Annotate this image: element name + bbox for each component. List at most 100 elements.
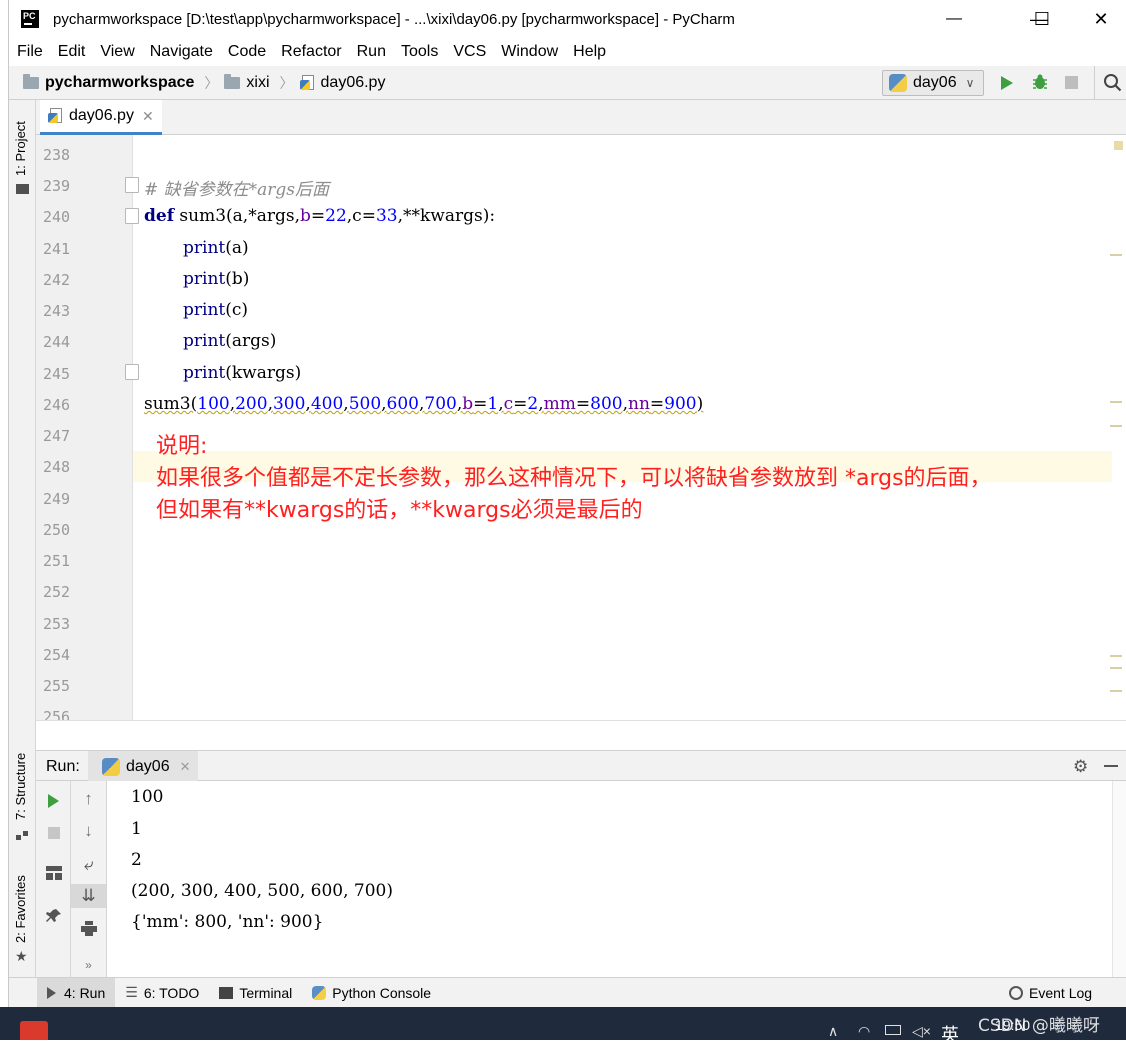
builtin-print: print <box>183 238 226 258</box>
logo-text: PC <box>23 11 36 21</box>
minimize-panel-icon[interactable] <box>1104 765 1118 767</box>
code-line-print: print(b) <box>183 269 249 289</box>
scroll-to-end-button[interactable]: ⇊ <box>71 884 106 908</box>
tab-day06-py[interactable]: day06.py ✕ <box>40 100 162 135</box>
close-tab-icon[interactable]: ✕ <box>180 759 191 775</box>
rerun-button[interactable] <box>36 789 71 813</box>
menu-run[interactable]: Run <box>357 43 386 61</box>
run-configuration-select[interactable]: day06 ∨ <box>882 70 984 96</box>
bug-icon <box>1033 74 1047 89</box>
menu-refactor[interactable]: Refactor <box>281 43 341 61</box>
line-number: 239 <box>43 177 71 195</box>
layout-button[interactable] <box>36 861 71 885</box>
arrow-down-icon: ↓ <box>84 821 93 840</box>
breadcrumb-project[interactable]: pycharmworkspace <box>23 73 194 92</box>
structure-tool-button[interactable]: 7: Structure <box>13 753 28 820</box>
terminal-tool-button[interactable]: Terminal <box>209 978 302 1008</box>
maximize-icon: ☐ <box>1033 8 1051 29</box>
param-c: ,c <box>346 206 362 226</box>
soft-wrap-button[interactable]: ⤶ <box>71 853 106 877</box>
project-tool-icon <box>16 184 29 194</box>
fold-marker[interactable] <box>125 208 139 224</box>
more-button[interactable]: » <box>71 953 106 977</box>
close-icon: ✕ <box>1093 8 1109 29</box>
number: 2 <box>527 394 539 414</box>
run-tab-day06[interactable]: day06 ✕ <box>88 751 198 782</box>
todo-tool-button[interactable]: ☰ 6: TODO <box>115 978 209 1008</box>
kwarg-name: nn <box>628 394 650 414</box>
tray-chevron-up-icon[interactable]: ∧ <box>828 1023 838 1040</box>
tray-battery-icon[interactable] <box>885 1025 901 1035</box>
menu-vcs[interactable]: VCS <box>453 43 486 61</box>
scroll-up-button[interactable]: ↑ <box>71 787 106 811</box>
printer-icon <box>80 920 97 936</box>
menu-file[interactable]: File <box>17 43 43 61</box>
python-icon <box>312 985 327 1000</box>
scroll-marker <box>1110 667 1122 669</box>
number: 800 <box>590 394 623 414</box>
tray-volume-icon[interactable]: ◁× <box>912 1023 931 1040</box>
console-output-line: (200, 300, 400, 500, 600, 700) <box>131 881 393 901</box>
event-log-icon <box>1009 986 1023 1000</box>
gear-icon[interactable]: ⚙ <box>1073 757 1088 777</box>
number: 300 <box>272 394 306 414</box>
close-tab-icon[interactable]: ✕ <box>142 108 154 125</box>
breadcrumb-file-label: day06.py <box>320 73 386 91</box>
menu-help[interactable]: Help <box>573 43 606 61</box>
inspection-indicator[interactable] <box>1114 141 1123 150</box>
fold-marker[interactable] <box>125 177 139 193</box>
pin-button[interactable] <box>36 904 71 928</box>
line-number: 244 <box>43 333 71 351</box>
scroll-to-end-icon: ⇊ <box>81 886 96 905</box>
favorites-tool-button[interactable]: 2: Favorites <box>13 875 28 943</box>
menu-navigate[interactable]: Navigate <box>150 43 213 61</box>
tray-network-icon[interactable]: ◠ <box>858 1023 870 1040</box>
console-output-line: 1 <box>131 819 142 839</box>
pin-icon <box>45 909 61 922</box>
scroll-marker <box>1110 254 1122 256</box>
run-tool-button[interactable]: 4: Run <box>37 977 116 1008</box>
project-tool-button[interactable]: 1: Project <box>13 121 28 176</box>
menu-window[interactable]: Window <box>501 43 558 61</box>
search-button[interactable] <box>1103 73 1123 93</box>
console-scrollbar[interactable] <box>1112 781 1126 977</box>
builtin-print: print <box>183 363 226 383</box>
line-number: 250 <box>43 521 71 539</box>
star-icon: ★ <box>15 948 28 964</box>
run-button[interactable] <box>1001 76 1013 90</box>
taskbar-app-icon[interactable] <box>20 1021 48 1040</box>
run-console[interactable]: ↑ ↓ ⤶ ⇊ » 100 1 2 (200, 300, 400, 500, 6… <box>36 781 1126 977</box>
tray-ime-indicator[interactable]: 英 <box>941 1021 959 1047</box>
code-editor[interactable]: 238 239 240 241 242 243 244 245 246 247 … <box>36 135 1126 720</box>
python-console-tool-button[interactable]: Python Console <box>302 978 441 1008</box>
search-icon <box>1104 74 1122 92</box>
event-log-tool-button[interactable]: Event Log <box>999 978 1102 1008</box>
scroll-down-button[interactable]: ↓ <box>71 819 106 843</box>
number: 100 <box>197 394 230 414</box>
run-toolbar-primary <box>36 781 71 977</box>
watermark-text: CSDN @曦曦呀 <box>978 1016 1100 1036</box>
stop-button[interactable] <box>1065 76 1078 89</box>
panel-splitter[interactable] <box>36 720 1126 750</box>
close-window-button[interactable]: ✕ <box>1072 0 1126 38</box>
debug-button[interactable] <box>1031 73 1049 91</box>
breadcrumb-folder[interactable]: xixi <box>224 73 270 92</box>
stop-button[interactable] <box>36 821 71 845</box>
terminal-icon <box>219 986 234 999</box>
minimize-button-2[interactable]: — <box>925 0 983 38</box>
editor-scrollbar[interactable] <box>1112 135 1126 720</box>
operator: = <box>310 206 326 226</box>
maximize-button-2[interactable]: ☐ <box>1013 0 1071 38</box>
menu-edit[interactable]: Edit <box>58 43 86 61</box>
console-output-line: 2 <box>131 850 142 870</box>
tab-label: day06.py <box>69 107 134 124</box>
menu-tools[interactable]: Tools <box>401 43 438 61</box>
builtin-print: print <box>183 300 226 320</box>
menu-view[interactable]: View <box>100 43 134 61</box>
line-number: 240 <box>43 208 71 226</box>
print-button[interactable] <box>71 916 106 940</box>
menu-code[interactable]: Code <box>228 43 266 61</box>
code-line-call: sum3(100,200,300,400,500,600,700,b=1,c=2… <box>144 394 704 414</box>
fold-marker[interactable] <box>125 364 139 380</box>
breadcrumb-file[interactable]: day06.py <box>299 73 386 92</box>
